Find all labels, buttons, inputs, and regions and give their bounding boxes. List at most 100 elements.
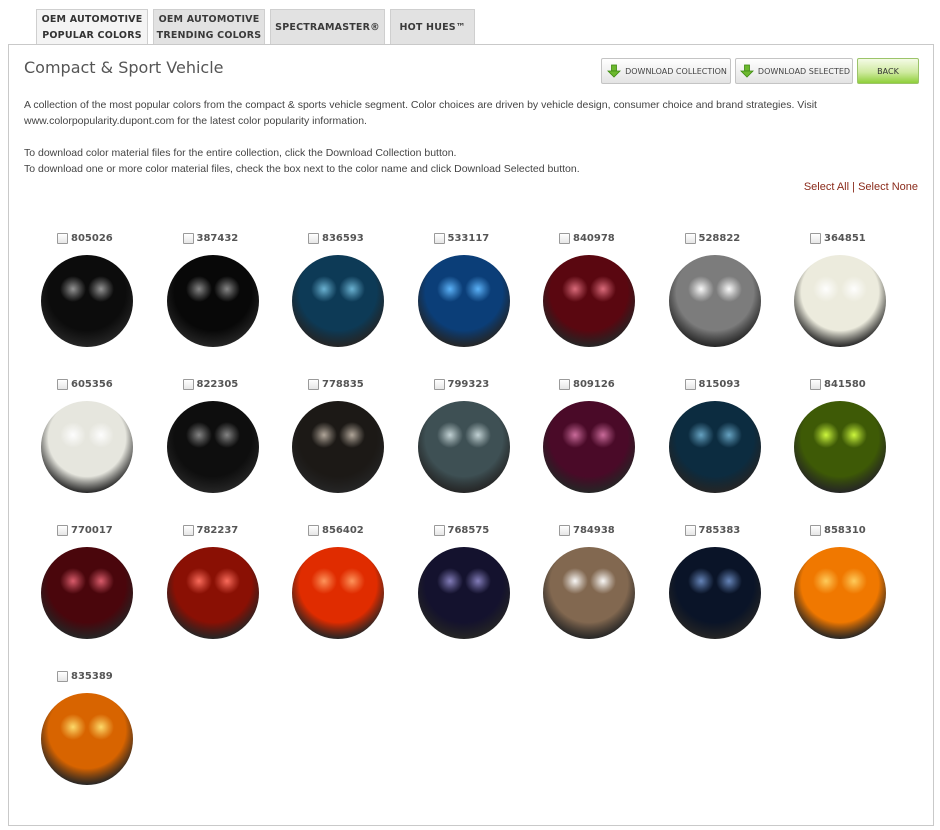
color-select-checkbox[interactable] bbox=[684, 378, 696, 390]
color-swatch: 528822 bbox=[668, 231, 778, 361]
color-select-row: 836593 bbox=[308, 231, 364, 245]
color-sphere bbox=[417, 401, 510, 493]
tab-spectramaster[interactable]: SPECTRAMASTER® bbox=[270, 9, 385, 45]
color-sphere bbox=[794, 255, 886, 347]
color-sphere bbox=[668, 547, 761, 639]
color-code: 782237 bbox=[196, 524, 239, 536]
color-select-row: 856402 bbox=[308, 523, 364, 537]
color-code: 841580 bbox=[824, 378, 866, 390]
color-swatch: 841580 bbox=[793, 377, 903, 507]
color-select-checkbox[interactable] bbox=[559, 524, 570, 536]
color-select-checkbox[interactable] bbox=[684, 232, 696, 244]
color-swatch: 858310 bbox=[793, 523, 903, 653]
color-select-checkbox[interactable] bbox=[810, 524, 821, 536]
color-swatch: 364851 bbox=[793, 231, 903, 361]
color-select-checkbox[interactable] bbox=[57, 670, 68, 682]
color-select-checkbox[interactable] bbox=[810, 232, 821, 244]
color-swatch: 533117 bbox=[417, 231, 527, 361]
color-sphere bbox=[41, 693, 133, 785]
color-code: 856402 bbox=[322, 524, 364, 536]
color-select-checkbox[interactable] bbox=[684, 524, 696, 536]
color-swatch: 605356 bbox=[40, 377, 150, 507]
tab-line: TRENDING COLORS bbox=[156, 29, 262, 41]
color-swatch: 770017 bbox=[40, 523, 150, 653]
color-select-checkbox[interactable] bbox=[57, 524, 68, 536]
tab-line: OEM AUTOMOTIVE bbox=[158, 13, 260, 25]
color-swatch: 785383 bbox=[668, 523, 778, 653]
tab-line: POPULAR COLORS bbox=[42, 29, 142, 41]
color-select-checkbox[interactable] bbox=[182, 378, 194, 390]
color-sphere bbox=[668, 255, 761, 347]
tab-label: OEM AUTOMOTIVE POPULAR COLORS bbox=[42, 12, 143, 44]
color-code: 770017 bbox=[71, 524, 113, 536]
tab-label: OEM AUTOMOTIVE TRENDING COLORS bbox=[157, 12, 262, 44]
color-select-checkbox[interactable] bbox=[433, 378, 445, 390]
color-select-checkbox[interactable] bbox=[559, 378, 570, 390]
color-code: 836593 bbox=[322, 232, 364, 244]
color-select-checkbox[interactable] bbox=[810, 378, 821, 390]
color-swatch: 815093 bbox=[668, 377, 778, 507]
color-select-checkbox[interactable] bbox=[182, 232, 194, 244]
color-select-row: 778835 bbox=[308, 377, 364, 391]
color-code: 840978 bbox=[573, 232, 615, 244]
color-select-row: 784938 bbox=[559, 523, 615, 537]
color-select-checkbox[interactable] bbox=[559, 232, 570, 244]
color-select-checkbox[interactable] bbox=[433, 232, 445, 244]
color-sphere bbox=[543, 401, 635, 493]
color-select-row: 805026 bbox=[57, 231, 113, 245]
color-select-checkbox[interactable] bbox=[308, 232, 319, 244]
color-sphere bbox=[166, 255, 259, 347]
color-select-row: 840978 bbox=[559, 231, 615, 245]
color-select-checkbox[interactable] bbox=[57, 378, 68, 390]
color-code: 605356 bbox=[71, 378, 113, 390]
color-swatch-grid: 805026 387432 836593 533117 840978 528822 3648… bbox=[9, 45, 933, 825]
color-sphere bbox=[41, 401, 133, 493]
color-swatch: 840978 bbox=[542, 231, 652, 361]
color-code: 805026 bbox=[71, 232, 113, 244]
color-select-row: 364851 bbox=[810, 231, 866, 245]
color-code: 785383 bbox=[698, 524, 741, 536]
color-swatch: 856402 bbox=[291, 523, 401, 653]
tab-oem-popular-colors[interactable]: OEM AUTOMOTIVE POPULAR COLORS bbox=[36, 9, 148, 45]
color-sphere bbox=[41, 255, 133, 347]
color-sphere bbox=[794, 547, 886, 639]
color-swatch: 836593 bbox=[291, 231, 401, 361]
color-code: 528822 bbox=[698, 232, 741, 244]
color-sphere bbox=[292, 255, 384, 347]
color-sphere bbox=[166, 401, 259, 493]
color-swatch: 822305 bbox=[166, 377, 276, 507]
color-select-checkbox[interactable] bbox=[57, 232, 68, 244]
tab-oem-trending-colors[interactable]: OEM AUTOMOTIVE TRENDING COLORS bbox=[153, 9, 265, 45]
color-sphere bbox=[41, 547, 133, 639]
color-sphere bbox=[417, 255, 510, 347]
color-code: 364851 bbox=[824, 232, 866, 244]
color-sphere bbox=[543, 255, 635, 347]
color-select-row: 768575 bbox=[433, 523, 489, 537]
color-code: 784938 bbox=[573, 524, 615, 536]
color-select-row: 533117 bbox=[433, 231, 490, 245]
color-select-row: 785383 bbox=[684, 523, 741, 537]
color-select-checkbox[interactable] bbox=[182, 524, 194, 536]
color-select-row: 799323 bbox=[433, 377, 490, 391]
color-code: 778835 bbox=[322, 378, 364, 390]
color-swatch: 782237 bbox=[166, 523, 276, 653]
color-code: 835389 bbox=[71, 670, 113, 682]
color-sphere bbox=[543, 547, 635, 639]
color-sphere bbox=[166, 547, 259, 639]
color-code: 799323 bbox=[447, 378, 490, 390]
color-select-row: 822305 bbox=[182, 377, 239, 391]
color-sphere bbox=[417, 547, 510, 639]
color-select-checkbox[interactable] bbox=[308, 524, 319, 536]
color-code: 858310 bbox=[824, 524, 866, 536]
color-select-checkbox[interactable] bbox=[433, 524, 445, 536]
color-code: 822305 bbox=[196, 378, 239, 390]
color-swatch: 778835 bbox=[291, 377, 401, 507]
color-select-row: 809126 bbox=[559, 377, 615, 391]
color-code: 533117 bbox=[447, 232, 490, 244]
color-select-row: 770017 bbox=[57, 523, 113, 537]
color-select-row: 782237 bbox=[182, 523, 239, 537]
color-swatch: 768575 bbox=[417, 523, 527, 653]
tab-hot-hues[interactable]: HOT HUES™ bbox=[390, 9, 475, 45]
color-swatch: 805026 bbox=[40, 231, 150, 361]
color-select-checkbox[interactable] bbox=[308, 378, 319, 390]
